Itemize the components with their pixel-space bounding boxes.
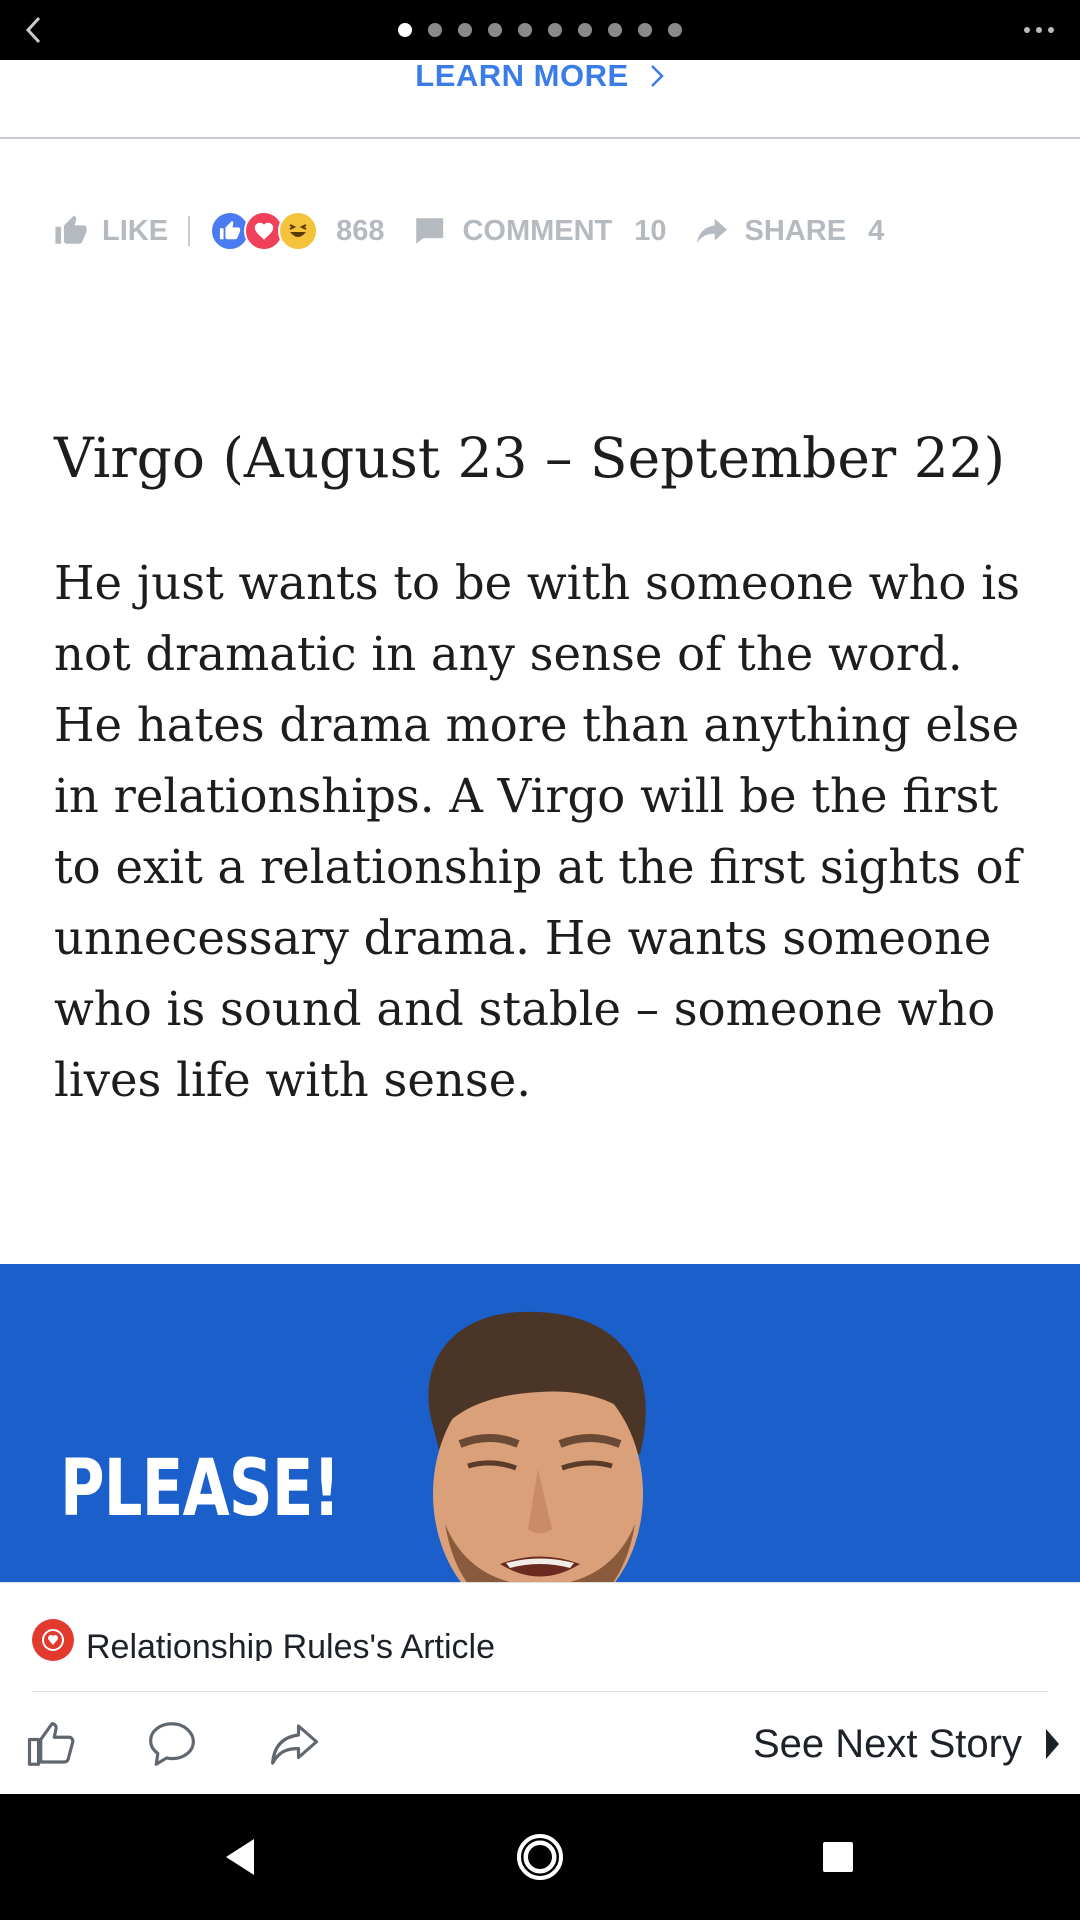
share-icon xyxy=(696,218,727,244)
nav-back-button[interactable] xyxy=(210,1827,270,1887)
share-outline-icon xyxy=(271,1724,319,1765)
recents-nav-icon xyxy=(823,1842,853,1872)
comment-button[interactable]: COMMENT 10 xyxy=(412,214,667,248)
carousel-dot xyxy=(458,23,472,37)
carousel-dot xyxy=(488,23,502,37)
article-body: He just wants to be with someone who is … xyxy=(54,556,1021,1107)
play-right-icon xyxy=(1046,1729,1059,1759)
system-nav-bar xyxy=(0,1794,1080,1920)
carousel-dot xyxy=(578,23,592,37)
separator xyxy=(188,216,191,246)
chevron-right-icon xyxy=(650,65,664,87)
see-next-story-label: See Next Story xyxy=(752,1721,1022,1766)
top-bar xyxy=(0,0,1080,60)
comment-action-button[interactable] xyxy=(142,1714,202,1774)
comment-outline-icon xyxy=(149,1722,195,1766)
thumbs-up-outline-icon xyxy=(27,1722,75,1766)
learn-more-row: LEARN MORE xyxy=(0,58,1080,138)
carousel-dot xyxy=(608,23,622,37)
share-count: 4 xyxy=(868,214,885,247)
divider xyxy=(0,137,1080,139)
comment-count: 10 xyxy=(634,214,667,247)
more-options-button[interactable] xyxy=(1014,12,1064,48)
like-button[interactable]: LIKE xyxy=(54,214,168,248)
thumbs-up-icon xyxy=(55,215,87,244)
more-dot xyxy=(1036,27,1042,33)
nav-recents-button[interactable] xyxy=(808,1827,868,1887)
reactions-bar: LIKE 868 COMMENT 10 SHARE 4 xyxy=(54,206,1054,256)
divider xyxy=(32,1691,1048,1692)
share-action-button[interactable] xyxy=(264,1714,324,1774)
carousel-dot xyxy=(518,23,532,37)
home-nav-icon xyxy=(517,1834,563,1880)
like-label: LIKE xyxy=(102,214,169,247)
banner-text: PLEASE! xyxy=(60,1444,340,1534)
carousel-indicator xyxy=(0,0,1080,60)
comment-icon xyxy=(415,218,444,244)
story-actions-bar: See Next Story xyxy=(0,1694,1080,1794)
reaction-count: 868 xyxy=(336,214,385,247)
more-horizontal-icon xyxy=(1024,27,1030,33)
reaction-summary[interactable] xyxy=(210,211,319,251)
article-headline: Virgo (August 23 – September 22) xyxy=(54,426,1006,490)
article-source-bar[interactable]: Relationship Rules's Article xyxy=(0,1582,1080,1694)
carousel-dot xyxy=(398,23,412,37)
publisher-logo-icon xyxy=(32,1619,74,1661)
learn-more-link[interactable]: LEARN MORE xyxy=(415,58,664,94)
like-action-button[interactable] xyxy=(22,1714,82,1774)
carousel-dot xyxy=(638,23,652,37)
comment-label: COMMENT xyxy=(462,214,613,247)
share-button[interactable]: SHARE 4 xyxy=(695,214,885,248)
see-next-story-button[interactable]: See Next Story xyxy=(753,1716,1060,1772)
article-source-label: Relationship Rules's Article xyxy=(86,1628,496,1661)
share-label: SHARE xyxy=(744,214,847,247)
article-image[interactable]: PLEASE! xyxy=(0,1264,1080,1582)
haha-reaction-icon xyxy=(278,211,319,251)
nav-home-button[interactable] xyxy=(510,1827,570,1887)
more-dot xyxy=(1048,27,1054,33)
carousel-dot xyxy=(668,23,682,37)
carousel-dot xyxy=(548,23,562,37)
carousel-dot xyxy=(428,23,442,37)
back-nav-icon xyxy=(226,1839,254,1875)
learn-more-label: LEARN MORE xyxy=(415,58,629,93)
man-face-image xyxy=(428,1311,646,1582)
